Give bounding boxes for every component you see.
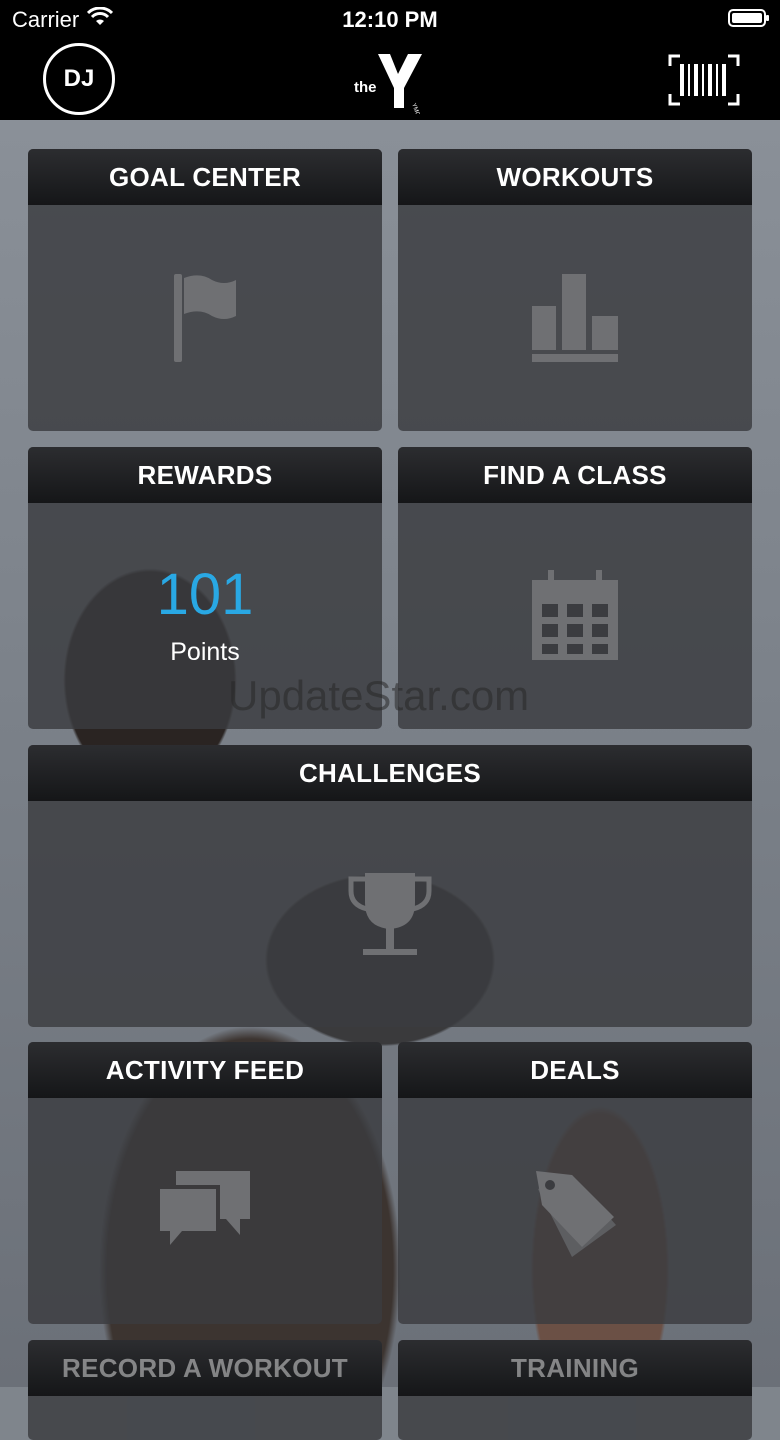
tile-find-a-class-title: FIND A CLASS <box>398 447 752 503</box>
flag-icon <box>170 272 240 364</box>
tile-record-a-workout[interactable]: RECORD A WORKOUT <box>28 1340 382 1440</box>
status-time: 12:10 PM <box>342 7 438 32</box>
tile-activity-feed-title: ACTIVITY FEED <box>28 1042 382 1098</box>
tile-challenges-title: CHALLENGES <box>28 745 752 801</box>
watermark-text: UpdateStar.com <box>228 672 530 719</box>
tile-deals[interactable]: DEALS <box>398 1042 752 1324</box>
tile-workouts-title: WORKOUTS <box>398 149 752 205</box>
nav-bar: DJ the YMCA <box>0 40 780 121</box>
tile-workouts[interactable]: WORKOUTS <box>398 149 752 431</box>
bar-chart-icon <box>530 272 620 364</box>
ymca-logo: the YMCA <box>350 48 430 121</box>
trophy-icon <box>345 869 435 959</box>
logo-small-text: YMCA <box>410 103 422 114</box>
tile-rewards-title: REWARDS <box>28 447 382 503</box>
tile-activity-feed[interactable]: ACTIVITY FEED <box>28 1042 382 1324</box>
calendar-icon <box>530 570 620 662</box>
battery-icon <box>728 9 769 27</box>
rewards-points-label: Points <box>170 637 240 666</box>
chat-bubbles-icon <box>158 1169 252 1253</box>
tile-challenges[interactable]: CHALLENGES <box>28 745 752 1027</box>
tile-record-a-workout-title: RECORD A WORKOUT <box>28 1340 382 1396</box>
tile-training-title: TRAINING <box>398 1340 752 1396</box>
profile-avatar-button[interactable]: DJ <box>43 43 115 115</box>
rewards-points-value: 101 <box>156 561 254 627</box>
tile-training[interactable]: TRAINING <box>398 1340 752 1440</box>
status-bar: Carrier 12:10 PM <box>0 0 780 40</box>
logo-text: the <box>354 79 377 96</box>
barcode-scan-icon[interactable] <box>668 54 740 106</box>
tile-goal-center-title: GOAL CENTER <box>28 149 382 205</box>
avatar-initials: DJ <box>63 65 95 92</box>
tile-goal-center[interactable]: GOAL CENTER <box>28 149 382 431</box>
tile-deals-title: DEALS <box>398 1042 752 1098</box>
tag-icon <box>532 1163 618 1259</box>
